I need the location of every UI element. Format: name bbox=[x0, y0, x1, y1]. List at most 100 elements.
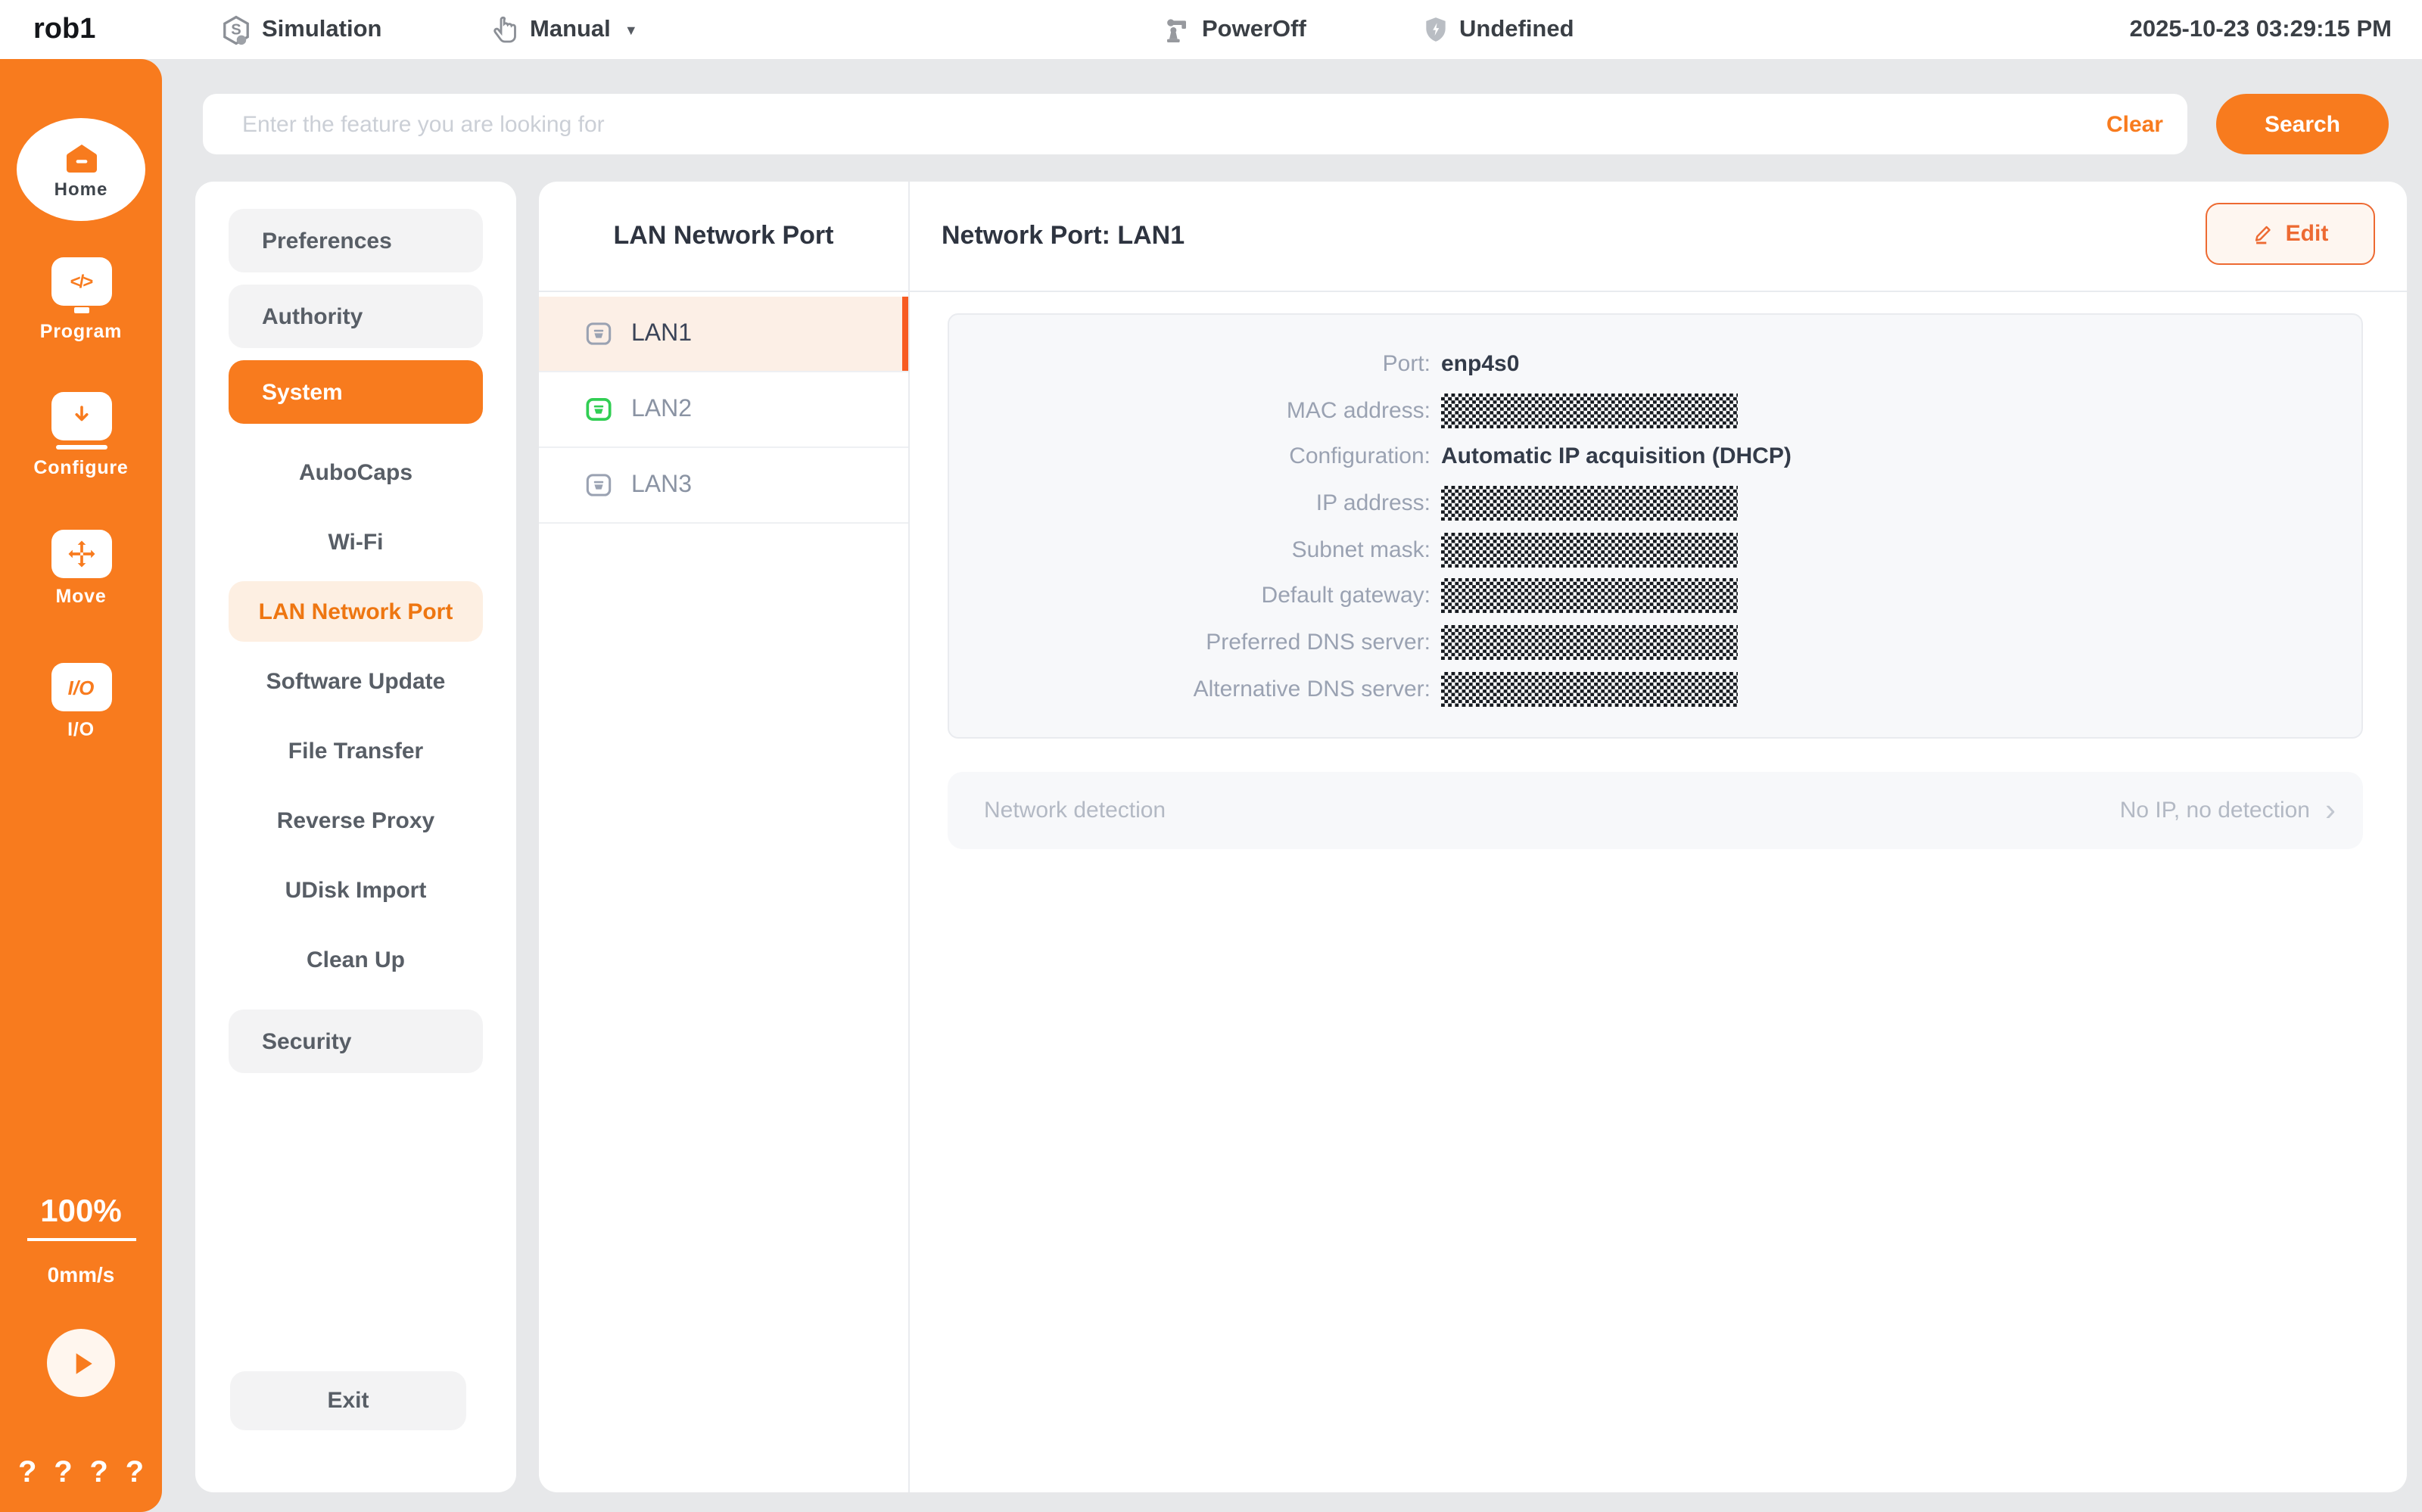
help-question-button[interactable]: ? bbox=[18, 1456, 36, 1491]
detail-label: Default gateway: bbox=[949, 583, 1430, 609]
menu-item-udisk-import[interactable]: UDisk Import bbox=[229, 855, 483, 925]
menu-item-file-transfer[interactable]: File Transfer bbox=[229, 716, 483, 786]
sidebar-item-label: Configure bbox=[33, 456, 128, 478]
column-divider bbox=[908, 182, 910, 1492]
datetime: 2025-10-23 03:29:15 PM bbox=[2130, 0, 2392, 59]
program-code-icon: </> bbox=[51, 257, 111, 306]
menu-item-system[interactable]: System bbox=[229, 360, 483, 424]
home-icon bbox=[61, 140, 101, 176]
detail-label: Alternative DNS server: bbox=[949, 676, 1430, 702]
safety-status[interactable]: Undefined bbox=[1421, 0, 1574, 59]
help-question-button[interactable]: ? bbox=[126, 1456, 144, 1491]
detail-row-port: Port: enp4s0 bbox=[949, 341, 2361, 387]
help-buttons: ? ? ? ? bbox=[0, 1456, 162, 1491]
port-list-item-lan2[interactable]: LAN2 bbox=[539, 372, 908, 448]
exit-button[interactable]: Exit bbox=[230, 1371, 466, 1430]
move-arrows-icon bbox=[51, 530, 111, 578]
help-question-button[interactable]: ? bbox=[89, 1456, 107, 1491]
sidebar-item-io[interactable]: I/O I/O bbox=[0, 663, 162, 740]
port-detail-card: Port: enp4s0 MAC address: Configuration:… bbox=[948, 313, 2363, 739]
manual-hand-icon bbox=[490, 14, 521, 45]
speed-underline bbox=[26, 1238, 135, 1241]
help-question-button[interactable]: ? bbox=[54, 1456, 72, 1491]
sidebar-item-program[interactable]: </> Program bbox=[0, 257, 162, 342]
network-detection-label: Network detection bbox=[984, 798, 1166, 823]
detail-row-configuration: Configuration: Automatic IP acquisition … bbox=[949, 434, 2361, 480]
port-list-item-lan3[interactable]: LAN3 bbox=[539, 448, 908, 524]
power-status[interactable]: PowerOff bbox=[1163, 0, 1306, 59]
sidebar-item-home[interactable]: Home bbox=[17, 118, 145, 221]
redacted-value bbox=[1441, 671, 1738, 706]
menu-item-clean-up[interactable]: Clean Up bbox=[229, 925, 483, 994]
io-icon: I/O bbox=[51, 663, 111, 711]
redacted-value bbox=[1441, 625, 1738, 660]
lan-network-port-panel: LAN Network Port LAN1 bbox=[539, 182, 2407, 1492]
detail-value: enp4s0 bbox=[1441, 351, 1519, 377]
menu-item-software-update[interactable]: Software Update bbox=[229, 646, 483, 716]
detail-row-mac: MAC address: bbox=[949, 387, 2361, 433]
detail-row-gateway: Default gateway: bbox=[949, 573, 2361, 619]
detail-row-subnet: Subnet mask: bbox=[949, 527, 2361, 573]
simulation-label: Simulation bbox=[262, 16, 381, 43]
network-detection-row[interactable]: Network detection No IP, no detection › bbox=[948, 772, 2363, 849]
app-root: rob1 S Simulation Manual ▼ bbox=[0, 0, 2422, 1512]
pencil-icon bbox=[2252, 222, 2275, 245]
ethernet-port-icon-connected bbox=[584, 397, 613, 422]
detail-label: Preferred DNS server: bbox=[949, 630, 1430, 655]
sidebar-item-label: Home bbox=[54, 178, 108, 199]
detail-row-dns2: Alternative DNS server: bbox=[949, 666, 2361, 712]
detail-row-dns1: Preferred DNS server: bbox=[949, 619, 2361, 665]
sidebar-item-move[interactable]: Move bbox=[0, 530, 162, 607]
detail-label: Subnet mask: bbox=[949, 537, 1430, 562]
redacted-value bbox=[1441, 532, 1738, 567]
menu-item-reverse-proxy[interactable]: Reverse Proxy bbox=[229, 786, 483, 855]
detail-value: Automatic IP acquisition (DHCP) bbox=[1441, 443, 1792, 469]
sidebar-item-configure[interactable]: Configure bbox=[0, 392, 162, 478]
sidebar-item-label: Move bbox=[55, 586, 106, 607]
menu-item-authority[interactable]: Authority bbox=[229, 285, 483, 348]
port-list-item-lan1[interactable]: LAN1 bbox=[539, 297, 908, 372]
redacted-value bbox=[1441, 393, 1738, 428]
chevron-down-icon: ▼ bbox=[624, 22, 638, 37]
top-status-bar: rob1 S Simulation Manual ▼ bbox=[0, 0, 2422, 59]
header-divider bbox=[539, 291, 2407, 292]
search-input[interactable] bbox=[203, 94, 2187, 154]
detail-label: Configuration: bbox=[949, 443, 1430, 469]
menu-item-wifi[interactable]: Wi-Fi bbox=[229, 507, 483, 577]
redacted-value bbox=[1441, 579, 1738, 614]
configure-download-icon bbox=[51, 392, 111, 440]
port-list: LAN1 LAN2 bbox=[539, 297, 908, 524]
feed-rate: 0mm/s bbox=[0, 1262, 162, 1286]
speed-percent: 100% bbox=[0, 1194, 162, 1230]
menu-item-lan-network-port[interactable]: LAN Network Port bbox=[229, 581, 483, 642]
mode-dropdown[interactable]: Manual ▼ bbox=[490, 0, 638, 59]
port-name: LAN1 bbox=[631, 320, 692, 347]
redacted-value bbox=[1441, 486, 1738, 521]
speed-control[interactable]: 100% 0mm/s bbox=[0, 1194, 162, 1286]
robot-name: rob1 bbox=[33, 0, 95, 59]
shield-bolt-icon bbox=[1421, 15, 1450, 44]
edit-label: Edit bbox=[2286, 221, 2329, 247]
play-button[interactable] bbox=[47, 1329, 115, 1397]
port-list-title: LAN Network Port bbox=[539, 182, 908, 291]
search-button[interactable]: Search bbox=[2216, 94, 2389, 154]
search-bar: Clear bbox=[203, 94, 2187, 154]
system-submenu: AuboCaps Wi-Fi LAN Network Port Software… bbox=[229, 437, 483, 994]
power-label: PowerOff bbox=[1202, 16, 1306, 43]
simulation-icon: S bbox=[219, 13, 253, 46]
panel-title: Network Port: LAN1 bbox=[942, 182, 1185, 291]
detail-label: MAC address: bbox=[949, 397, 1430, 423]
menu-item-security[interactable]: Security bbox=[229, 1010, 483, 1073]
menu-item-aubocaps[interactable]: AuboCaps bbox=[229, 437, 483, 507]
edit-button[interactable]: Edit bbox=[2206, 203, 2375, 265]
network-detection-status: No IP, no detection bbox=[2120, 798, 2310, 823]
play-icon bbox=[64, 1346, 98, 1380]
safety-label: Undefined bbox=[1459, 16, 1574, 43]
simulation-indicator[interactable]: S Simulation bbox=[219, 0, 381, 59]
robot-arm-icon bbox=[1163, 14, 1193, 45]
clear-button[interactable]: Clear bbox=[2106, 94, 2163, 154]
ethernet-port-icon bbox=[584, 321, 613, 347]
settings-menu-panel: Preferences Authority System AuboCaps Wi… bbox=[195, 182, 516, 1492]
detail-label: Port: bbox=[949, 351, 1430, 377]
menu-item-preferences[interactable]: Preferences bbox=[229, 209, 483, 272]
